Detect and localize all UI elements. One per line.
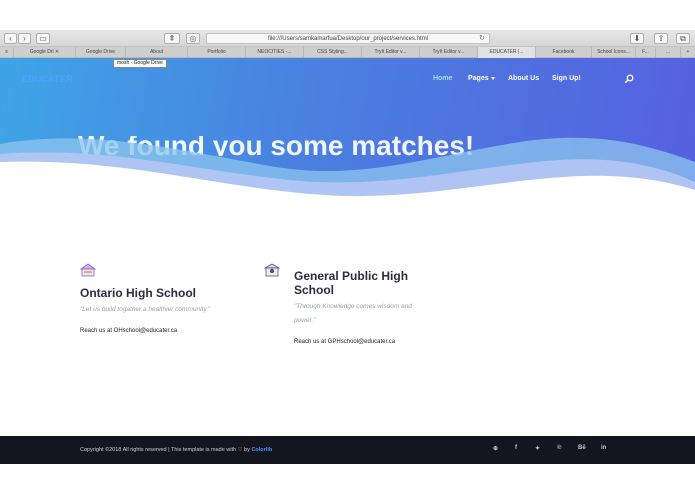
pinterest-icon[interactable]: ℗ [557,445,561,451]
new-tab-button[interactable]: + [681,47,695,58]
bottom-margin [0,464,695,494]
extension-icon[interactable]: ◎ [186,33,200,44]
footer: Copyright ©2018 All rights reserved | Th… [0,436,695,464]
nav-sign-up[interactable]: Sign Up! [552,75,581,82]
tab-12[interactable]: F... [636,47,656,58]
copyright-by: by [244,447,250,453]
reader-icon[interactable]: ⇞ [164,33,180,44]
colorlib-link[interactable]: Colorlib [251,447,272,453]
behance-icon[interactable]: Bē [578,445,586,451]
tab-bar: s Google Dri ✕ Google Drive About Portfo… [0,47,695,58]
facebook-icon[interactable]: f [515,445,517,451]
address-bar[interactable]: file:///Users/samkamarfua/Desktop/our_pr… [206,33,490,44]
dribbble-icon[interactable]: ⊕ [493,445,498,452]
main-nav: EDUCATER Home Pages About Us Sign Up! [0,58,695,98]
school-name: General Public High School [294,269,409,297]
chevron-down-icon [490,76,495,80]
school-contact: Reach us at OHschool@educater.ca [80,328,178,334]
tab-10[interactable]: Facebook [536,47,592,58]
tab-3[interactable]: About [126,47,188,58]
school-motto: "Let us build togather a healthier commu… [80,306,211,313]
tab-8[interactable]: TryIt Editor v... [420,47,478,58]
back-button[interactable]: ‹ [4,33,17,44]
reload-icon[interactable]: ↻ [479,34,485,44]
school-card: Ontario High School "Let us build togath… [79,263,250,334]
copyright-text: Copyright ©2018 All rights reserved | Th… [80,447,272,453]
tab-1[interactable]: Google Dri ✕ [14,47,76,58]
school-building-icon [79,263,97,277]
school-contact: Reach us at GPHschool@educater.ca [294,339,396,345]
tab-11[interactable]: School Icons... [592,47,636,58]
nav-about-us[interactable]: About Us [508,75,539,82]
school-building-icon [263,263,281,277]
nav-home[interactable]: Home [433,75,452,82]
copyright-prefix: Copyright ©2018 All rights reserved | Th… [80,447,237,453]
tab-2[interactable]: Google Drive [76,47,126,58]
download-icon[interactable]: ⬇ [630,33,644,44]
tab-6[interactable]: CSS Styling... [304,47,362,58]
tab-7[interactable]: TryIt Editor v... [362,47,420,58]
browser-toolbar: ‹ › ▭ ⇞ ◎ file:///Users/samkamarfua/Desk… [0,30,695,47]
nav-pages-label: Pages [468,75,489,82]
tab-4[interactable]: Portfolio [188,47,246,58]
twitter-icon[interactable]: ✦ [535,445,540,452]
tab-tooltip: mosh - Google Drive [113,59,167,68]
forward-button[interactable]: › [18,33,31,44]
tab-5[interactable]: NEOCITIES -... [246,47,304,58]
url-text: file:///Users/samkamarfua/Desktop/our_pr… [267,36,429,42]
top-margin [0,0,695,30]
sidebar-icon[interactable]: ▭ [36,33,50,44]
school-card: General Public High School "Through Know… [263,263,434,345]
tabs-overview-icon[interactable]: ⧉ [676,33,690,44]
tab-0[interactable]: s [0,47,14,58]
search-icon[interactable] [624,74,634,84]
share-icon[interactable]: ⇪ [654,33,668,44]
heart-icon: ♡ [237,447,243,453]
school-name: Ontario High School [80,286,196,300]
brand-logo[interactable]: EDUCATER [22,74,73,84]
tab-13[interactable]: ... [656,47,681,58]
nav-pages[interactable]: Pages [468,75,495,82]
school-motto: "Through Knowledge comes wisdom and powe… [294,303,412,324]
linkedin-icon[interactable]: in [601,445,606,451]
tab-9-active[interactable]: EDUCATER |... [478,47,536,58]
